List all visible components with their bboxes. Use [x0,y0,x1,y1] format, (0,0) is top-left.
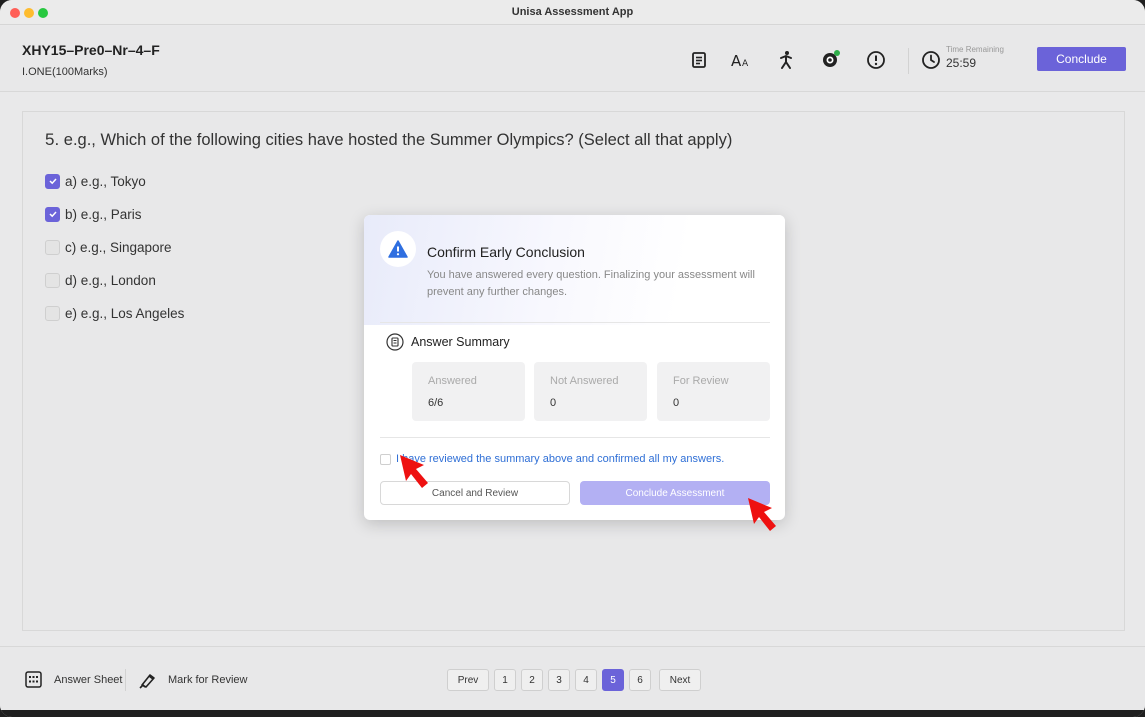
option-label: c) e.g., Singapore [65,239,172,255]
document-icon[interactable] [688,49,710,71]
alert-icon[interactable] [865,49,887,71]
option-e[interactable]: e) e.g., Los Angeles [45,304,184,322]
footer-divider [125,669,126,691]
page-button-6[interactable]: 6 [629,669,651,691]
answer-summary-heading: Answer Summary [386,333,510,351]
footer-bar: Answer Sheet Mark for Review Prev 1 2 3 … [0,646,1145,710]
question-text: 5. e.g., Which of the following cities h… [45,130,732,150]
header-divider [908,48,909,74]
option-label: a) e.g., Tokyo [65,173,146,189]
page-button-1[interactable]: 1 [494,669,516,691]
exam-title: XHY15–Pre0–Nr–4–F [22,42,160,58]
red-arrow-pointer-icon [400,455,428,488]
window-title: Unisa Assessment App [511,6,634,18]
option-label: b) e.g., Paris [65,206,142,222]
highlighter-icon [139,674,155,689]
page-button-2[interactable]: 2 [521,669,543,691]
dialog-title: Confirm Early Conclusion [427,244,585,260]
option-a[interactable]: a) e.g., Tokyo [45,172,146,190]
svg-text:A: A [731,52,742,69]
option-checkbox[interactable] [45,239,60,255]
answer-sheet-button[interactable]: Answer Sheet [25,671,122,688]
answer-summary-title: Answer Summary [411,335,510,349]
dialog-divider [380,322,770,323]
mark-for-review-button[interactable]: Mark for Review [138,671,247,689]
answer-sheet-icon [25,671,42,688]
svg-text:A: A [742,59,749,69]
conclude-button[interactable]: Conclude [1037,47,1126,71]
clock-icon [920,49,942,71]
exam-header: XHY15–Pre0–Nr–4–F I.ONE(100Marks) AA Tim… [0,26,1145,92]
page-button-3[interactable]: 3 [548,669,570,691]
answered-value: 6/6 [428,397,444,409]
title-bar: Unisa Assessment App [0,0,1145,25]
option-label: d) e.g., London [65,272,156,288]
not-answered-card: Not Answered 0 [534,362,647,421]
question-number: 5. [45,130,60,149]
option-d[interactable]: d) e.g., London [45,271,156,289]
option-label: e) e.g., Los Angeles [65,305,185,321]
not-answered-label: Not Answered [550,375,619,387]
font-size-icon[interactable]: AA [730,49,752,71]
option-c[interactable]: c) e.g., Singapore [45,238,172,256]
app-window: Unisa Assessment App XHY15–Pre0–Nr–4–F I… [0,0,1145,717]
dialog-description: You have answered every question. Finali… [427,269,755,298]
option-checkbox[interactable] [45,206,60,222]
dialog-divider [380,437,770,438]
prev-button[interactable]: Prev [447,669,489,691]
answered-label: Answered [428,375,477,387]
timer-label: Time Remaining [946,45,1004,54]
for-review-value: 0 [673,397,680,409]
mark-for-review-label: Mark for Review [168,674,248,686]
summary-icon [386,333,404,351]
option-checkbox[interactable] [45,305,60,321]
answer-sheet-label: Answer Sheet [54,673,123,686]
timer-value: 25:59 [946,56,977,70]
answered-card: Answered 6/6 [412,362,525,421]
window-bottom-edge [0,710,1145,717]
pagination: Prev 1 2 3 4 5 6 Next [447,669,701,691]
next-button[interactable]: Next [659,669,701,691]
not-answered-value: 0 [550,397,557,409]
page-button-5[interactable]: 5 [602,669,624,691]
option-checkbox[interactable] [45,272,60,288]
red-arrow-pointer-icon [748,498,776,531]
exam-subtitle: I.ONE(100Marks) [22,66,108,78]
for-review-label: For Review [673,375,729,387]
for-review-card: For Review 0 [657,362,770,421]
option-b[interactable]: b) e.g., Paris [45,205,142,223]
question-prompt: e.g., Which of the following cities have… [63,131,733,149]
confirm-checkbox[interactable] [380,453,391,465]
webcam-icon[interactable] [820,49,842,71]
warning-icon [380,231,416,267]
confirm-label[interactable]: I have reviewed the summary above and co… [396,453,724,465]
accessibility-icon[interactable] [775,49,797,71]
page-button-4[interactable]: 4 [575,669,597,691]
option-checkbox[interactable] [45,173,60,189]
